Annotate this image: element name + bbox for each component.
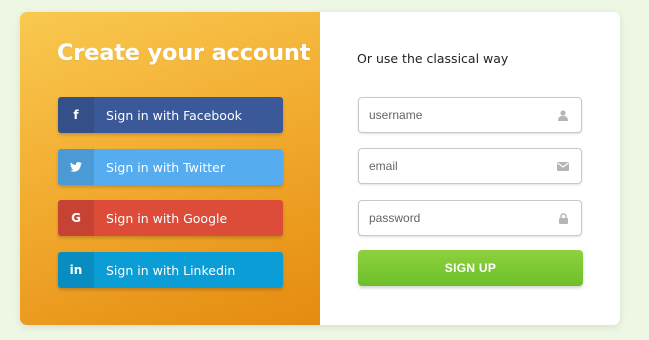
form-panel: Or use the classical way username email … bbox=[320, 12, 620, 325]
twitter-signin-button[interactable]: Sign in with Twitter bbox=[58, 149, 283, 185]
linkedin-icon: in bbox=[58, 252, 94, 288]
linkedin-signin-button[interactable]: in Sign in with Linkedin bbox=[58, 252, 283, 288]
user-icon bbox=[557, 109, 569, 121]
facebook-signin-label: Sign in with Facebook bbox=[106, 107, 242, 123]
envelope-icon bbox=[557, 160, 569, 172]
username-field bbox=[358, 97, 582, 133]
google-signin-label: Sign in with Google bbox=[106, 210, 228, 226]
twitter-signin-label: Sign in with Twitter bbox=[106, 159, 225, 175]
signup-button[interactable]: SIGN UP bbox=[358, 250, 583, 286]
social-panel: Create your account f Sign in with Faceb… bbox=[20, 12, 320, 325]
lock-icon bbox=[557, 212, 569, 224]
password-field bbox=[358, 200, 582, 236]
username-input[interactable] bbox=[369, 98, 549, 132]
page-title: Create your account bbox=[57, 40, 311, 66]
alternative-signup-text: Or use the classical way bbox=[357, 51, 509, 66]
email-input[interactable] bbox=[369, 149, 549, 183]
signup-card: Create your account f Sign in with Faceb… bbox=[20, 12, 620, 325]
facebook-signin-button[interactable]: f Sign in with Facebook bbox=[58, 97, 283, 133]
google-icon: G bbox=[58, 200, 94, 236]
password-input[interactable] bbox=[369, 201, 549, 235]
email-field bbox=[358, 148, 582, 184]
facebook-icon: f bbox=[58, 97, 94, 133]
linkedin-signin-label: Sign in with Linkedin bbox=[106, 262, 236, 278]
twitter-icon bbox=[58, 149, 94, 185]
google-signin-button[interactable]: G Sign in with Google bbox=[58, 200, 283, 236]
